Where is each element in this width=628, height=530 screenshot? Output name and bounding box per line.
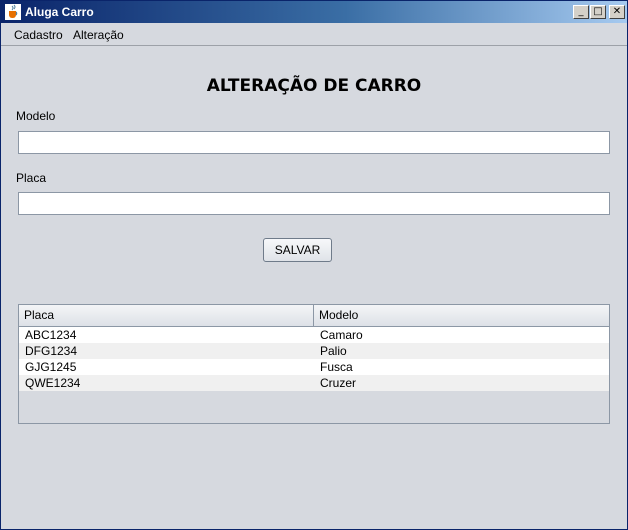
placa-input[interactable] [18, 192, 610, 215]
save-button[interactable]: SALVAR [263, 238, 332, 262]
cell-modelo: Fusca [320, 360, 353, 374]
maximize-button[interactable]: □ [590, 5, 606, 19]
menu-alteracao[interactable]: Alteração [73, 28, 124, 42]
modelo-label: Modelo [16, 109, 56, 123]
cell-modelo: Camaro [320, 328, 363, 342]
cell-placa: DFG1234 [25, 344, 78, 358]
cell-placa: QWE1234 [25, 376, 81, 390]
window-title: Aluga Carro [25, 5, 94, 19]
cars-table[interactable]: Placa Modelo ABC1234 Camaro DFG1234 Pali… [18, 304, 610, 424]
column-header-modelo[interactable]: Modelo [314, 305, 609, 326]
java-cup-icon [5, 4, 21, 20]
cell-placa: GJG1245 [25, 360, 77, 374]
table-row[interactable]: GJG1245 Fusca [19, 359, 609, 375]
column-header-placa[interactable]: Placa [19, 305, 314, 326]
app-window: Aluga Carro _ □ ✕ Cadastro Alteração ALT… [0, 0, 628, 530]
minimize-button[interactable]: _ [573, 5, 589, 19]
table-row[interactable]: ABC1234 Camaro [19, 327, 609, 343]
placa-label: Placa [16, 171, 47, 185]
cell-modelo: Palio [320, 344, 347, 358]
page-title: ALTERAÇÃO DE CARRO [206, 76, 422, 96]
cell-placa: ABC1234 [25, 328, 77, 342]
table-row[interactable]: QWE1234 Cruzer [19, 375, 609, 391]
cell-modelo: Cruzer [320, 376, 357, 390]
modelo-input[interactable] [18, 131, 610, 154]
menu-bar: Cadastro Alteração [1, 23, 627, 46]
table-header: Placa Modelo [19, 305, 609, 327]
table-row[interactable]: DFG1234 Palio [19, 343, 609, 359]
menu-cadastro[interactable]: Cadastro [14, 28, 63, 42]
close-button[interactable]: ✕ [609, 5, 625, 19]
title-bar[interactable]: Aluga Carro _ □ ✕ [1, 1, 627, 23]
